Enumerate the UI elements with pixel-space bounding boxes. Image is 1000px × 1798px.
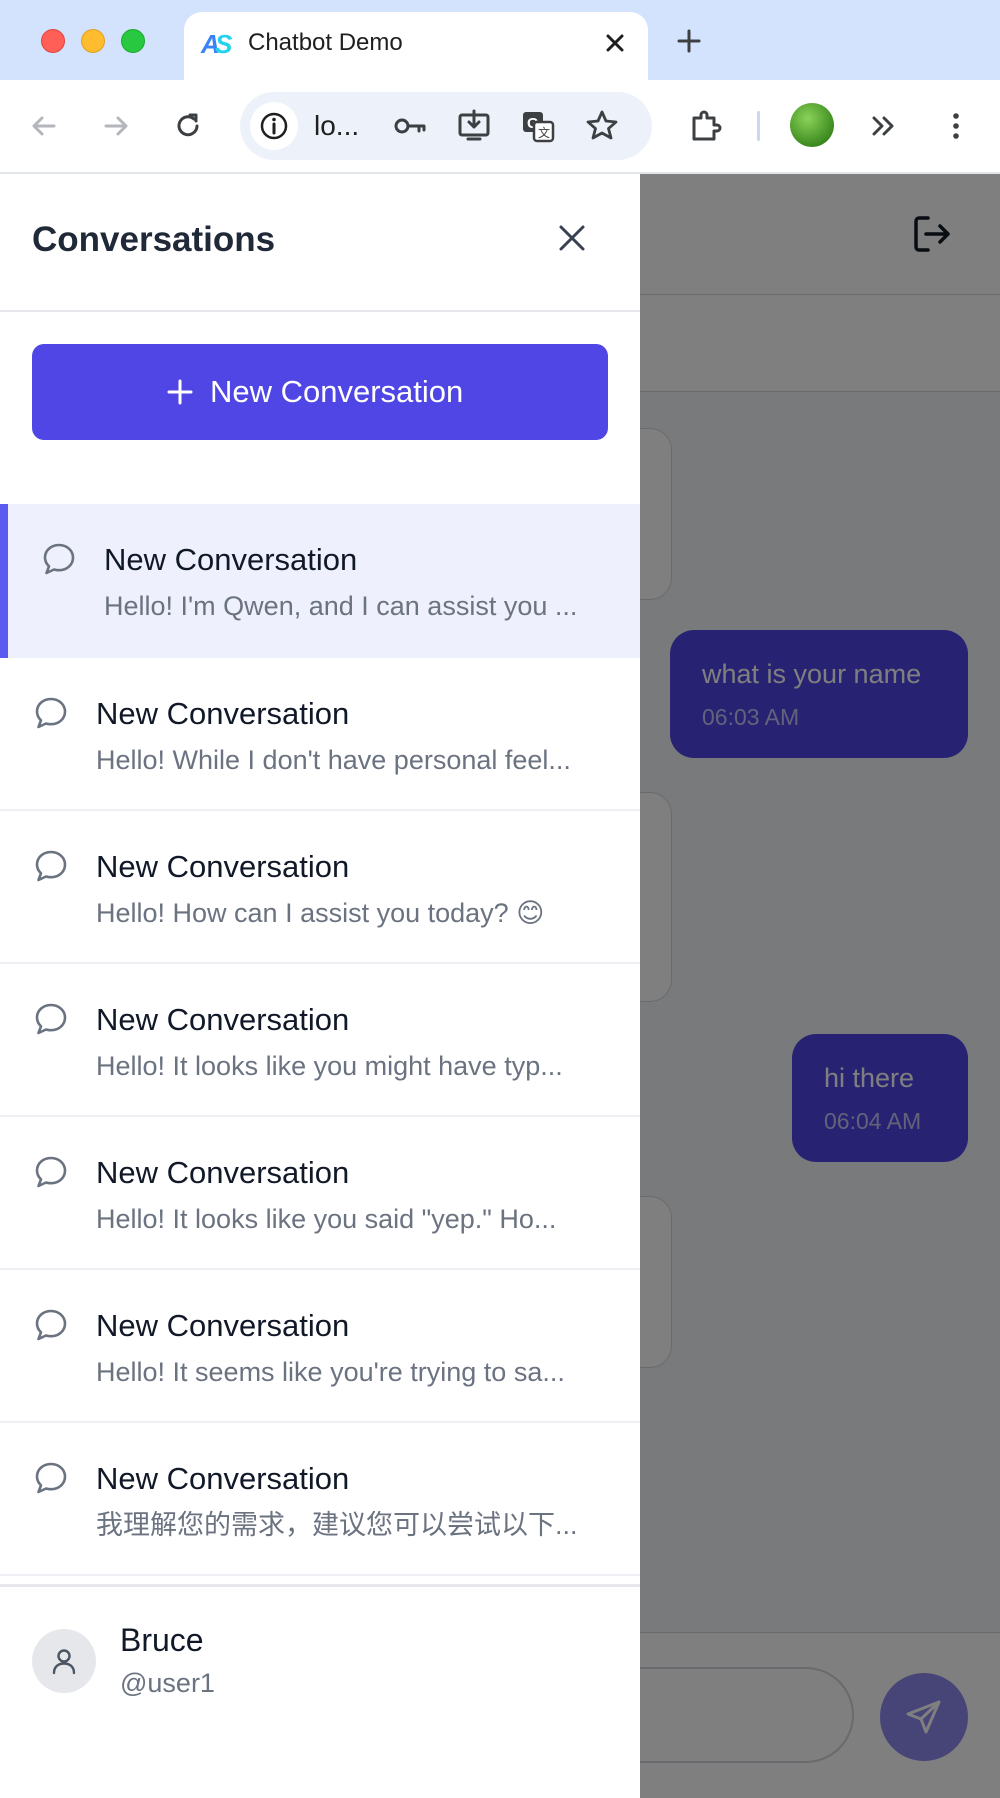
install-app-icon[interactable]	[454, 106, 494, 146]
sidebar-header: Conversations	[0, 174, 640, 312]
info-icon	[260, 112, 288, 140]
plus-icon	[167, 379, 193, 405]
chat-bubble-icon	[35, 1309, 67, 1341]
site-favicon-icon: A S	[200, 29, 233, 59]
conversations-sidebar: Conversations New Conversation New Conve…	[0, 174, 640, 1798]
sidebar-title: Conversations	[32, 220, 276, 259]
chat-bubble-icon	[43, 543, 75, 575]
address-bar[interactable]: lo... G 文	[240, 92, 652, 160]
chat-bubble-icon	[35, 1462, 67, 1494]
chat-bubble-icon	[35, 850, 67, 882]
window-zoom-button[interactable]	[121, 29, 145, 53]
conversation-item[interactable]: New Conversation Hello! It looks like yo…	[0, 1117, 640, 1270]
conversation-title: New Conversation	[96, 1002, 350, 1037]
url-text: lo...	[314, 110, 360, 141]
conversation-item[interactable]: New Conversation Hello! While I don't ha…	[0, 658, 640, 811]
window-minimize-button[interactable]	[81, 29, 105, 53]
new-conversation-label: New Conversation	[210, 374, 464, 409]
conversation-title: New Conversation	[96, 1461, 350, 1496]
tab-title: Chatbot Demo	[248, 29, 403, 56]
svg-text:S: S	[215, 29, 233, 59]
conversation-item[interactable]: New Conversation Hello! I'm Qwen, and I …	[0, 504, 640, 658]
user-name: Bruce	[120, 1622, 204, 1658]
user-handle: @user1	[120, 1668, 215, 1698]
bookmark-star-icon[interactable]	[582, 106, 622, 146]
conversation-title: New Conversation	[96, 849, 350, 884]
conversation-preview: Hello! It seems like you're trying to sa…	[96, 1357, 565, 1387]
user-icon	[52, 1649, 76, 1675]
conversation-title: New Conversation	[96, 696, 350, 731]
more-menu-icon[interactable]	[936, 106, 976, 146]
close-icon[interactable]	[552, 218, 592, 258]
chat-page: what is your name 06:03 AM hi there 06:0…	[0, 174, 1000, 1798]
conversation-title: New Conversation	[96, 1155, 350, 1190]
browser-tab-strip: A S Chatbot Demo	[0, 0, 1000, 80]
user-profile-footer: Bruce @user1	[0, 1584, 640, 1798]
conversation-preview: Hello! While I don't have personal feel.…	[96, 745, 571, 775]
conversation-preview: Hello! I'm Qwen, and I can assist you ..…	[104, 591, 578, 621]
tab-close-icon[interactable]	[598, 26, 632, 60]
conversation-list: New Conversation Hello! I'm Qwen, and I …	[0, 504, 640, 1576]
profile-avatar[interactable]	[790, 103, 834, 147]
toolbar-separator	[757, 111, 760, 141]
chat-bubble-icon	[35, 1156, 67, 1188]
browser-tab-active[interactable]: A S Chatbot Demo	[184, 12, 648, 80]
extensions-puzzle-icon[interactable]	[686, 106, 726, 146]
conversation-item[interactable]: New Conversation Hello! How can I assist…	[0, 811, 640, 964]
conversation-title: New Conversation	[96, 1308, 350, 1343]
conversation-preview: Hello! How can I assist you today? 😊	[96, 898, 545, 928]
conversation-title: New Conversation	[104, 542, 358, 577]
conversation-item[interactable]: New Conversation 我理解您的需求，建议您可以尝试以下...	[0, 1423, 640, 1576]
chat-bubble-icon	[35, 697, 67, 729]
site-info-button[interactable]	[250, 102, 298, 150]
conversation-preview: 我理解您的需求，建议您可以尝试以下...	[96, 1510, 578, 1540]
new-tab-icon[interactable]	[670, 22, 708, 60]
conversation-preview: Hello! It looks like you said "yep." Ho.…	[96, 1204, 557, 1234]
svg-text:文: 文	[538, 125, 550, 140]
translate-icon[interactable]: G 文	[518, 106, 558, 146]
reload-icon[interactable]	[168, 106, 208, 146]
conversation-item[interactable]: New Conversation Hello! It looks like yo…	[0, 964, 640, 1117]
browser-toolbar: lo... G 文	[0, 80, 1000, 172]
new-conversation-button[interactable]: New Conversation	[32, 344, 608, 440]
conversation-item[interactable]: New Conversation Hello! It seems like yo…	[0, 1270, 640, 1423]
back-arrow-icon[interactable]	[24, 106, 64, 146]
forward-arrow-icon[interactable]	[96, 106, 136, 146]
password-key-icon[interactable]	[390, 106, 430, 146]
avatar[interactable]	[32, 1629, 96, 1693]
chevron-double-right-icon[interactable]	[864, 106, 904, 146]
window-close-button[interactable]	[41, 29, 65, 53]
conversation-preview: Hello! It looks like you might have typ.…	[96, 1051, 563, 1081]
chat-bubble-icon	[35, 1003, 67, 1035]
